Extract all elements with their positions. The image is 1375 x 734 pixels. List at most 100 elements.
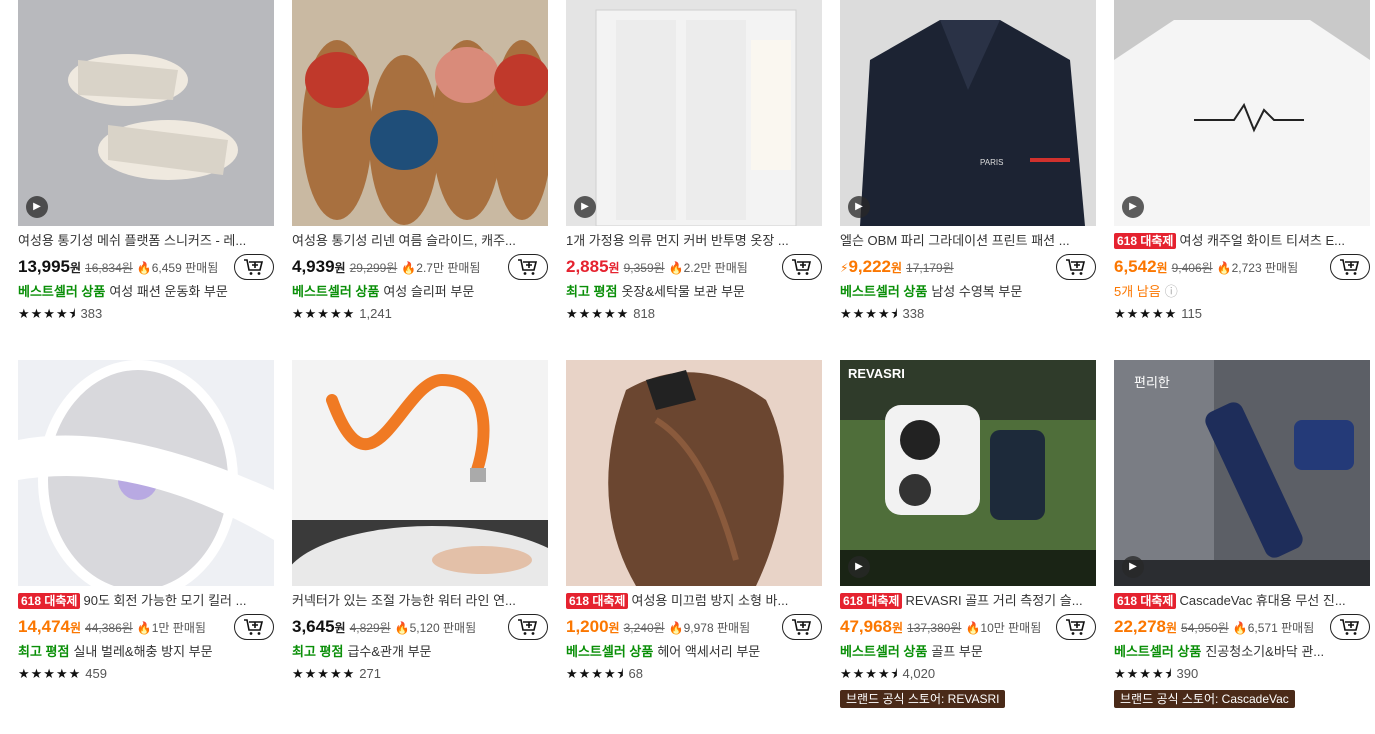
product-title[interactable]: 618 대축제 여성 캐주얼 화이트 티셔츠 E...: [1114, 232, 1370, 249]
product-image[interactable]: ▶: [566, 0, 822, 226]
play-icon[interactable]: ▶: [1122, 196, 1144, 218]
category-label[interactable]: 실내 벌레&해충 방지 부문: [73, 644, 212, 659]
play-icon[interactable]: ▶: [848, 196, 870, 218]
product-image[interactable]: [292, 360, 548, 586]
price-row: 4,939원 29,299원 🔥2.7만 판매됨: [292, 254, 548, 280]
product-title[interactable]: 커넥터가 있는 조절 가능한 워터 라인 연...: [292, 592, 548, 609]
image-caption: 편리한: [1134, 376, 1170, 391]
currency: 원: [892, 621, 904, 635]
product-card[interactable]: REVASRI ▶ 618 대축제 REVASRI 골프 거리 측정기 슬... …: [840, 360, 1096, 708]
product-title[interactable]: 618 대축제 CascadeVac 휴대용 무선 진...: [1114, 592, 1370, 609]
rating-row: ★★★★★ 1,241: [292, 306, 548, 322]
add-to-cart-button[interactable]: [234, 254, 274, 280]
category-label[interactable]: 진공청소기&바닥 관...: [1205, 644, 1324, 659]
review-count: 338: [902, 306, 925, 321]
add-to-cart-button[interactable]: [782, 614, 822, 640]
category-label[interactable]: 여성 패션 운동화 부문: [109, 284, 227, 299]
category-row: 베스트셀러 상품 헤어 액세서리 부문: [566, 643, 822, 661]
price-row: ⚡9,222원 17,179원: [840, 254, 1096, 280]
add-to-cart-icon: [1340, 259, 1360, 275]
product-card[interactable]: ▶ 여성용 통기성 메쉬 플랫폼 스니커즈 - 레... 13,995원 16,8…: [18, 0, 274, 322]
festival-badge: 618 대축제: [566, 593, 629, 609]
festival-badge: 618 대축제: [1114, 233, 1177, 249]
play-icon[interactable]: ▶: [1122, 556, 1144, 578]
info-icon[interactable]: ⓘ: [1165, 284, 1178, 299]
category-row: 최고 평점 옷장&세탁물 보관 부문: [566, 283, 822, 301]
product-card[interactable]: 편리한 ▶ 618 대축제 CascadeVac 휴대용 무선 진... 22,2…: [1114, 360, 1370, 708]
add-to-cart-button[interactable]: [782, 254, 822, 280]
product-image[interactable]: [566, 360, 822, 586]
category-label[interactable]: 여성 슬리퍼 부문: [383, 284, 474, 299]
product-title[interactable]: 엘슨 OBM 파리 그라데이션 프린트 패션 ...: [840, 232, 1096, 249]
add-to-cart-icon: [518, 619, 538, 635]
price-row: 1,200원 3,240원 🔥9,978 판매됨: [566, 614, 822, 640]
review-count: 271: [359, 666, 381, 681]
rating-row: ★★★★★ 115: [1114, 306, 1370, 322]
currency: 원: [334, 621, 346, 635]
highlight-label: 최고 평점: [292, 644, 344, 659]
product-price: 3,645: [292, 617, 335, 636]
product-card[interactable]: 618 대축제 90도 회전 가능한 모기 킬러 ... 14,474원 44,38…: [18, 360, 274, 682]
product-title[interactable]: 618 대축제 90도 회전 가능한 모기 킬러 ...: [18, 592, 274, 609]
product-title[interactable]: 618 대축제 여성용 미끄럼 방지 소형 바...: [566, 592, 822, 609]
highlight-label: 최고 평점: [18, 644, 70, 659]
category-label[interactable]: 옷장&세탁물 보관 부문: [621, 284, 745, 299]
highlight-label: 베스트셀러 상품: [1114, 644, 1202, 659]
product-image[interactable]: [18, 360, 274, 586]
star-rating: ★★★★★: [292, 306, 356, 321]
add-to-cart-button[interactable]: [1056, 614, 1096, 640]
festival-badge: 618 대축제: [840, 593, 903, 609]
add-to-cart-button[interactable]: [508, 614, 548, 640]
category-row: 최고 평점 실내 벌레&해충 방지 부문: [18, 643, 274, 661]
category-label[interactable]: 헤어 액세서리 부문: [657, 644, 760, 659]
flame-icon: 🔥: [136, 621, 152, 635]
review-count: 68: [628, 666, 643, 681]
product-image[interactable]: ▶: [1114, 0, 1370, 226]
price-row: 6,542원 9,406원 🔥2,723 판매됨: [1114, 254, 1370, 280]
price-row: 14,474원 44,386원 🔥1만 판매됨: [18, 614, 274, 640]
brand-store-badge[interactable]: 브랜드 공식 스토어: CascadeVac: [1114, 690, 1295, 708]
product-image[interactable]: [292, 0, 548, 226]
currency: 원: [608, 621, 620, 635]
category-row: 베스트셀러 상품 남성 수영복 부문: [840, 283, 1096, 301]
product-image[interactable]: REVASRI ▶: [840, 360, 1096, 586]
product-image[interactable]: ▶: [18, 0, 274, 226]
sold-count: 2.7만 판매됨: [416, 261, 481, 275]
star-rating: ★★★★⯨: [566, 666, 625, 681]
sold-count: 2,723 판매됨: [1231, 261, 1299, 275]
category-label[interactable]: 남성 수영복 부문: [931, 284, 1022, 299]
rating-row: ★★★★⯨ 4,020: [840, 666, 1096, 682]
category-label[interactable]: 급수&관개 부문: [347, 644, 431, 659]
product-card[interactable]: ▶ 618 대축제 여성 캐주얼 화이트 티셔츠 E... 6,542원 9,406…: [1114, 0, 1370, 322]
rating-row: ★★★★⯨ 338: [840, 306, 1096, 322]
product-title[interactable]: 618 대축제 REVASRI 골프 거리 측정기 슬...: [840, 592, 1096, 609]
rating-row: ★★★★⯨ 383: [18, 306, 274, 322]
play-icon[interactable]: ▶: [26, 196, 48, 218]
product-card[interactable]: 커넥터가 있는 조절 가능한 워터 라인 연... 3,645원 4,829원 🔥5…: [292, 360, 548, 682]
review-count: 390: [1176, 666, 1199, 681]
original-price: 29,299원: [349, 261, 398, 275]
add-to-cart-button[interactable]: [508, 254, 548, 280]
product-image[interactable]: PARIS ▶: [840, 0, 1096, 226]
play-icon[interactable]: ▶: [848, 556, 870, 578]
review-count: 383: [80, 306, 103, 321]
highlight-label: 베스트셀러 상품: [840, 284, 928, 299]
add-to-cart-button[interactable]: [1330, 614, 1370, 640]
category-label[interactable]: 골프 부문: [931, 644, 982, 659]
play-icon[interactable]: ▶: [574, 196, 596, 218]
product-title[interactable]: 1개 가정용 의류 먼지 커버 반투명 옷장 ...: [566, 232, 822, 249]
add-to-cart-button[interactable]: [1056, 254, 1096, 280]
original-price: 16,834원: [85, 261, 133, 275]
add-to-cart-icon: [792, 259, 812, 275]
sold-count: 9,978 판매됨: [683, 621, 751, 635]
product-card[interactable]: 618 대축제 여성용 미끄럼 방지 소형 바... 1,200원 3,240원 🔥9…: [566, 360, 822, 682]
product-image[interactable]: 편리한 ▶: [1114, 360, 1370, 586]
product-title[interactable]: 여성용 통기성 리넨 여름 슬라이드, 캐주...: [292, 232, 548, 249]
add-to-cart-button[interactable]: [234, 614, 274, 640]
product-card[interactable]: ▶ 1개 가정용 의류 먼지 커버 반투명 옷장 ... 2,885원 9,359…: [566, 0, 822, 322]
brand-store-badge[interactable]: 브랜드 공식 스토어: REVASRI: [840, 690, 1006, 708]
product-card[interactable]: 여성용 통기성 리넨 여름 슬라이드, 캐주... 4,939원 29,299원 🔥…: [292, 0, 548, 322]
product-card[interactable]: PARIS ▶ 엘슨 OBM 파리 그라데이션 프린트 패션 ... ⚡9,22…: [840, 0, 1096, 322]
product-title[interactable]: 여성용 통기성 메쉬 플랫폼 스니커즈 - 레...: [18, 232, 274, 249]
add-to-cart-button[interactable]: [1330, 254, 1370, 280]
